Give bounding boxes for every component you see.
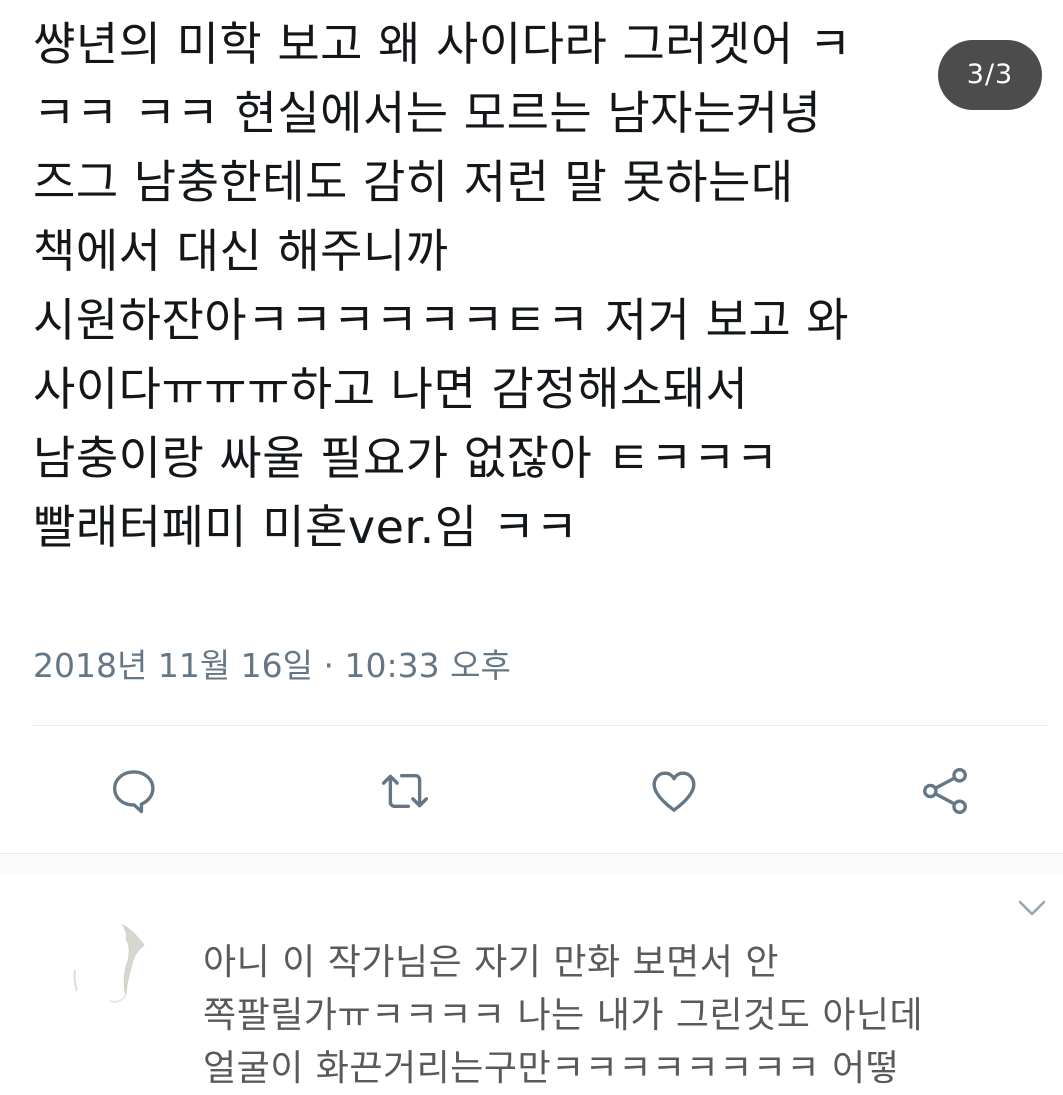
share-button[interactable] [914, 760, 976, 822]
tweet-line: 사이다ㅠㅠㅠ하고 나면 감정해소돼서 [33, 362, 749, 416]
avatar[interactable] [60, 915, 170, 1025]
retweet-icon [381, 774, 429, 808]
divider [33, 725, 1048, 726]
reply-line: 쪽팔릴가ㅠㅋㅋㅋㅋ 나는 내가 그린것도 아닌데 [203, 995, 924, 1036]
reply-bubble-icon [112, 770, 155, 814]
like-button[interactable] [643, 760, 705, 822]
tweet-line: 썅년의 미학 보고 왜 사이다라 그러겟어 ㅋ [33, 17, 852, 71]
share-icon [923, 767, 967, 815]
section-gap [0, 854, 1063, 874]
retweet-button[interactable] [374, 760, 436, 822]
tweet-line: 책에서 대신 해주니까 [33, 224, 449, 278]
chevron-down-icon[interactable] [1015, 893, 1049, 923]
tweet-timestamp[interactable]: 2018년 11월 16일 · 10:33 오후 [33, 644, 511, 688]
reply-button[interactable] [103, 760, 165, 822]
reply-text: 아니 이 작가님은 자기 만화 보면서 안 쪽팔릴가ㅠㅋㅋㅋㅋ 나는 내가 그린… [203, 936, 1063, 1095]
reply-line: 얼굴이 화끈거리는구만ㅋㅋㅋㅋㅋㅋㅋㅋ 어떻 [203, 1048, 900, 1089]
tweet-text: 썅년의 미학 보고 왜 사이다라 그러겟어 ㅋ ㅋㅋ ㅋㅋ 현실에서는 모르는 … [33, 10, 1063, 562]
tweet-line: ㅋㅋ ㅋㅋ 현실에서는 모르는 남자는커녕 [33, 86, 822, 140]
tweet-line: 남충이랑 싸울 필요가 없잖아 ㅌㅋㅋㅋ [33, 431, 779, 485]
tweet-action-bar [0, 760, 1063, 822]
tweet-line: 빨래터페미 미혼ver.임 ㅋㅋ [33, 500, 579, 554]
page-counter-badge: 3/3 [938, 40, 1042, 110]
reply-line: 아니 이 작가님은 자기 만화 보면서 안 [203, 942, 779, 983]
heart-icon [652, 771, 696, 812]
tweet-line: 즈그 남충한테도 감히 저런 말 못하는대 [33, 155, 794, 209]
tweet-line: 시원하잔아ㅋㅋㅋㅋㅋㅋㅌㅋ 저거 보고 와 [33, 293, 850, 347]
